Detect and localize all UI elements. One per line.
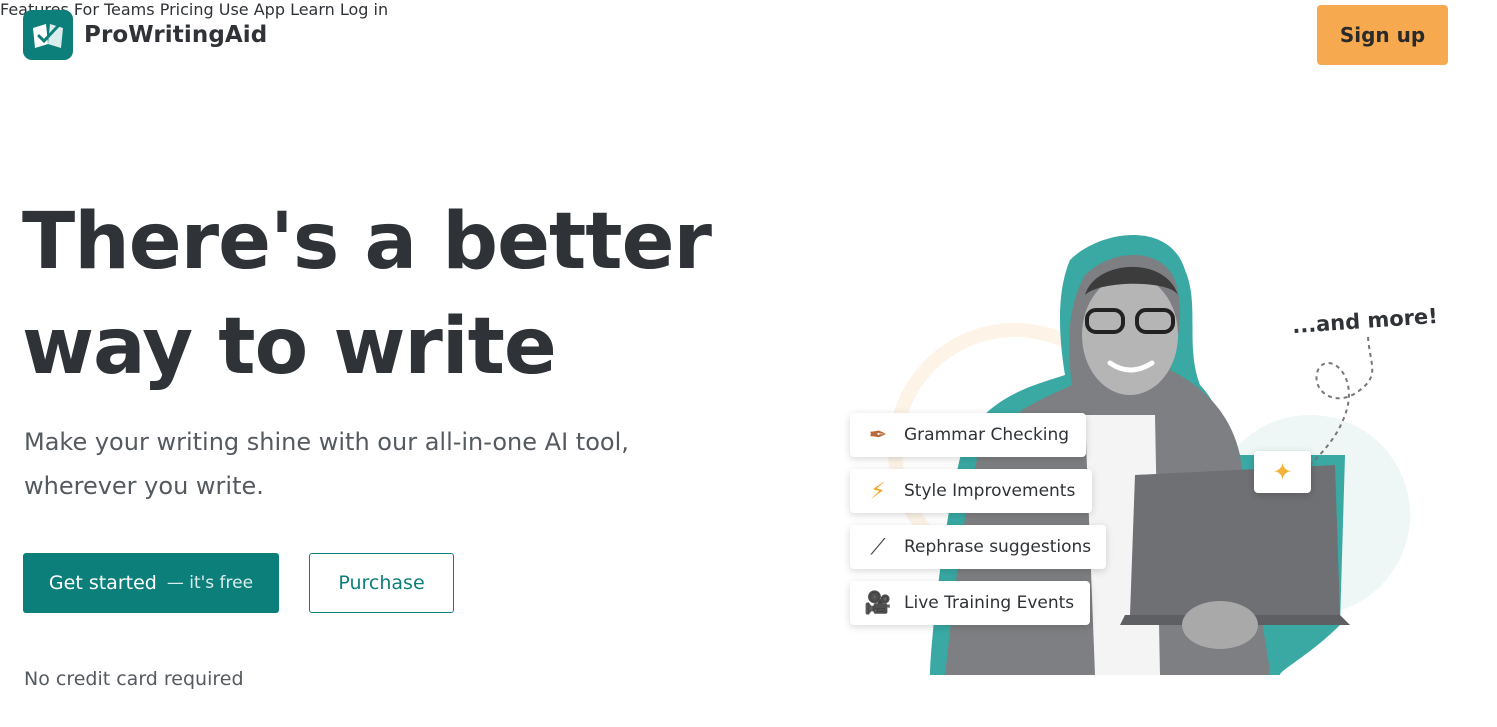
book-logo-icon — [23, 10, 73, 60]
nav-login[interactable]: Log in — [340, 0, 388, 19]
subhead-line-2: wherever you write. — [24, 472, 264, 500]
video-camera-icon: 🎥 — [864, 590, 892, 616]
feature-label: Style Improvements — [904, 481, 1076, 501]
feature-card-style: ⚡ Style Improvements — [850, 469, 1092, 513]
feature-card-rephrase: ⟋ Rephrase suggestions — [850, 525, 1106, 569]
page-title: There's a better way to write — [22, 190, 722, 400]
headline-line-2: way to write — [22, 302, 557, 392]
feature-label: Live Training Events — [904, 593, 1075, 613]
brand-logo[interactable]: ProWritingAid — [23, 10, 267, 60]
subhead-line-1: Make your writing shine with our all-in-… — [24, 428, 629, 456]
signup-button[interactable]: Sign up — [1317, 5, 1448, 65]
feature-card-grammar: ✒ Grammar Checking — [850, 413, 1086, 457]
feature-card-training: 🎥 Live Training Events — [850, 581, 1090, 625]
lightning-icon: ⚡ — [870, 478, 886, 504]
free-note: — it's free — [166, 573, 254, 593]
purchase-button[interactable]: Purchase — [309, 553, 454, 613]
magic-wand-icon: ⟋ — [870, 534, 886, 560]
headline-line-1: There's a better — [22, 197, 712, 287]
brand-name: ProWritingAid — [84, 22, 268, 48]
feature-label: Rephrase suggestions — [904, 537, 1092, 557]
no-credit-card-note: No credit card required — [24, 668, 244, 690]
hero-illustration: ...and more! ✦ ✒ Grammar Checking ⚡ Styl… — [840, 225, 1440, 685]
get-started-label: Get started — [48, 572, 157, 594]
hero-subhead: Make your writing shine with our all-in-… — [24, 420, 644, 508]
sparkle-icon: ✦ — [1254, 451, 1311, 493]
feature-label: Grammar Checking — [904, 425, 1070, 445]
nav-learn[interactable]: Learn — [290, 0, 335, 19]
get-started-button[interactable]: Get started — it's free — [23, 553, 279, 613]
feather-icon: ✒ — [868, 422, 888, 448]
